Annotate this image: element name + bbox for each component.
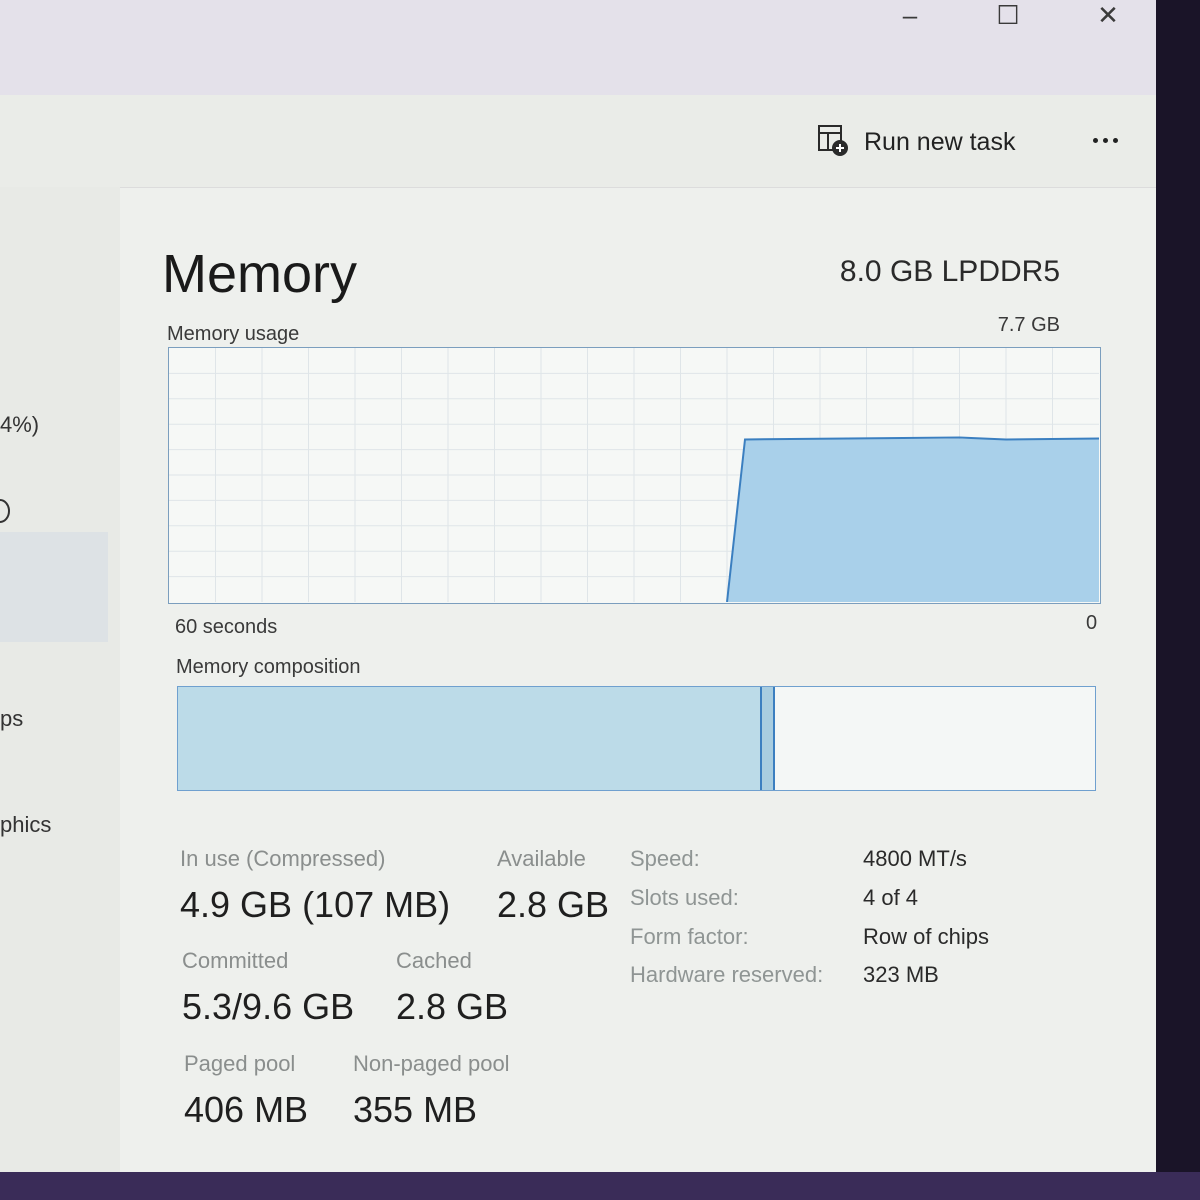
run-new-task-label: Run new task [864,127,1016,156]
memory-usage-graph [168,347,1101,604]
cached-label: Cached [396,948,472,973]
sidebar-item-fragment[interactable]: phics [0,812,51,838]
time-span-label: 60 seconds [175,616,278,638]
more-options-button[interactable] [1080,122,1130,158]
in-use-value: 4.9 GB (107 MB) [180,884,451,925]
run-new-task-button[interactable]: Run new task [816,122,1015,162]
background-wallpaper-bottom [0,1172,1200,1200]
hardware-reserved-label: Hardware reserved: [630,962,824,987]
available-label: Available [497,846,586,871]
sidebar-item-fragment[interactable]: 4%) [0,412,39,438]
memory-usage-area [727,438,1099,602]
ellipsis-icon [1092,137,1098,143]
form-factor-label: Form factor: [630,924,749,949]
task-manager-window: – ☐ ✕ Run new task 4%) ps phics Memory 8… [0,0,1156,1172]
paged-pool-value: 406 MB [184,1089,309,1130]
graph-zero-label: 0 [1086,612,1098,634]
title-bar: – ☐ ✕ [0,0,1156,95]
sidebar [0,187,120,1172]
minimize-button[interactable]: – [880,0,940,30]
memory-composition-label: Memory composition [176,656,361,678]
available-value: 2.8 GB [497,884,610,925]
committed-value: 5.3/9.6 GB [182,986,355,1027]
form-factor-value: Row of chips [863,924,989,949]
paged-pool-label: Paged pool [184,1051,296,1076]
page-title: Memory [162,244,358,304]
memory-type: 8.0 GB LPDDR5 [839,255,1060,288]
committed-label: Committed [182,948,289,973]
memory-usage-chart [169,348,1099,602]
nonpaged-pool-value: 355 MB [353,1089,478,1130]
close-button[interactable]: ✕ [1078,0,1138,30]
composition-in-use [178,687,761,790]
hardware-reserved-value: 323 MB [863,962,939,987]
sidebar-item-fragment[interactable]: ps [0,706,23,732]
memory-usage-label: Memory usage [167,323,300,345]
speed-label: Speed: [630,846,700,871]
memory-composition-bar [177,686,1096,791]
sidebar-item-fragment[interactable] [0,498,10,530]
maximize-button[interactable]: ☐ [978,0,1038,30]
sidebar-item-selected[interactable] [0,532,108,642]
composition-modified [760,687,776,790]
speed-value: 4800 MT/s [863,846,967,871]
run-task-icon [816,123,850,162]
cached-value: 2.8 GB [396,986,509,1027]
background-wallpaper-right [1156,0,1200,1200]
slots-used-value: 4 of 4 [863,885,919,910]
nonpaged-pool-label: Non-paged pool [353,1051,510,1076]
memory-max-label: 7.7 GB [997,314,1060,336]
in-use-label: In use (Compressed) [180,846,386,871]
slots-used-label: Slots used: [630,885,739,910]
